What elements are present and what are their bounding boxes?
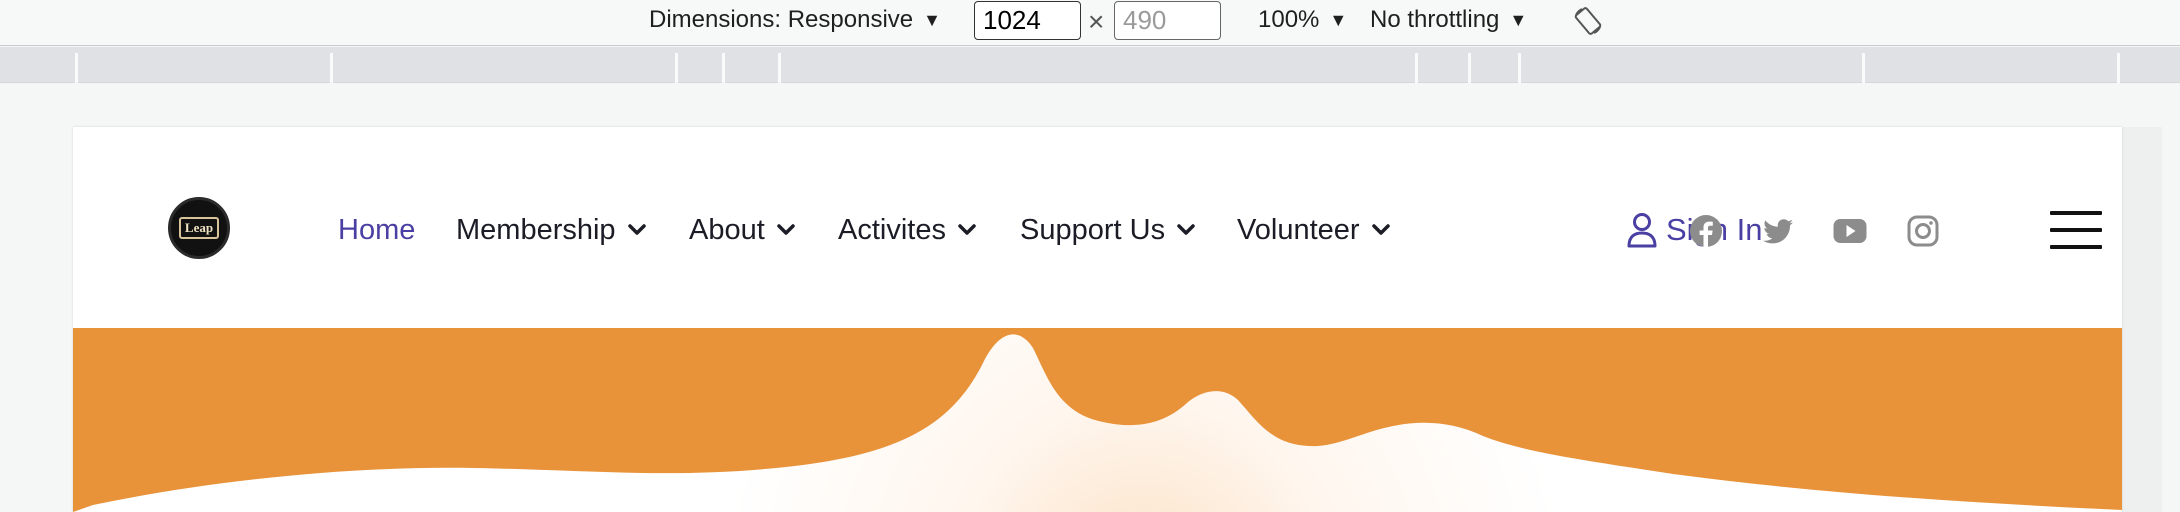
rotate-icon[interactable] xyxy=(1572,5,1604,37)
user-icon xyxy=(1627,213,1657,248)
chevron-down-icon xyxy=(777,224,795,235)
caret-down-icon: ▼ xyxy=(923,9,941,30)
nav-item-about[interactable]: About xyxy=(689,205,795,255)
chevron-down-icon xyxy=(1371,224,1390,235)
nav-item-volunteer[interactable]: Volunteer xyxy=(1237,205,1390,255)
devtools-toolbar: Dimensions: Responsive ▼ 1024 × 490 100%… xyxy=(0,0,2180,46)
nav-item-membership[interactable]: Membership xyxy=(456,205,646,255)
nav-item-support-us[interactable]: Support Us xyxy=(1020,205,1195,255)
caret-down-icon: ▼ xyxy=(1509,9,1528,30)
site-header: Leap Home Membership About Activites Sup… xyxy=(73,127,2122,328)
instagram-icon[interactable] xyxy=(1906,214,1940,248)
throttling-dropdown[interactable]: No throttling ▼ xyxy=(1370,0,1527,40)
height-input[interactable]: 490 xyxy=(1114,1,1221,40)
scrollbar-track[interactable] xyxy=(2122,127,2162,512)
chevron-down-icon xyxy=(627,224,646,235)
nav-label: Support Us xyxy=(1020,213,1166,246)
main-nav: Home Membership About Activites Support … xyxy=(73,205,1573,255)
caret-down-icon: ▼ xyxy=(1329,9,1348,30)
width-input[interactable]: 1024 xyxy=(974,1,1081,40)
zoom-dropdown[interactable]: 100% ▼ xyxy=(1258,0,1347,40)
hamburger-bar xyxy=(2050,245,2102,249)
throttling-value: No throttling xyxy=(1370,6,1500,33)
hero-wave-banner xyxy=(73,328,2122,512)
chevron-down-icon xyxy=(1177,224,1195,235)
nav-label: Home xyxy=(338,213,416,246)
nav-item-activites[interactable]: Activites xyxy=(838,205,976,255)
times-sign: × xyxy=(1088,6,1105,37)
nav-label: About xyxy=(689,213,765,246)
dimensions-dropdown[interactable]: Dimensions: Responsive ▼ xyxy=(649,0,941,40)
chevron-down-icon xyxy=(958,224,976,235)
zoom-value: 100% xyxy=(1258,6,1320,33)
nav-label: Membership xyxy=(456,213,616,246)
nav-label: Volunteer xyxy=(1237,213,1360,246)
hamburger-bar xyxy=(2050,228,2102,232)
nav-label: Activites xyxy=(838,213,946,246)
nav-item-home[interactable]: Home xyxy=(338,205,415,255)
menu-toggle-button[interactable] xyxy=(2050,211,2102,249)
media-query-ruler xyxy=(0,47,2180,83)
page-viewport: Leap Home Membership About Activites Sup… xyxy=(73,127,2122,512)
twitter-icon[interactable] xyxy=(1761,214,1795,248)
dimensions-label: Dimensions: Responsive xyxy=(649,6,914,33)
hamburger-bar xyxy=(2050,211,2102,215)
youtube-icon[interactable] xyxy=(1833,214,1867,248)
facebook-icon[interactable] xyxy=(1689,214,1723,248)
